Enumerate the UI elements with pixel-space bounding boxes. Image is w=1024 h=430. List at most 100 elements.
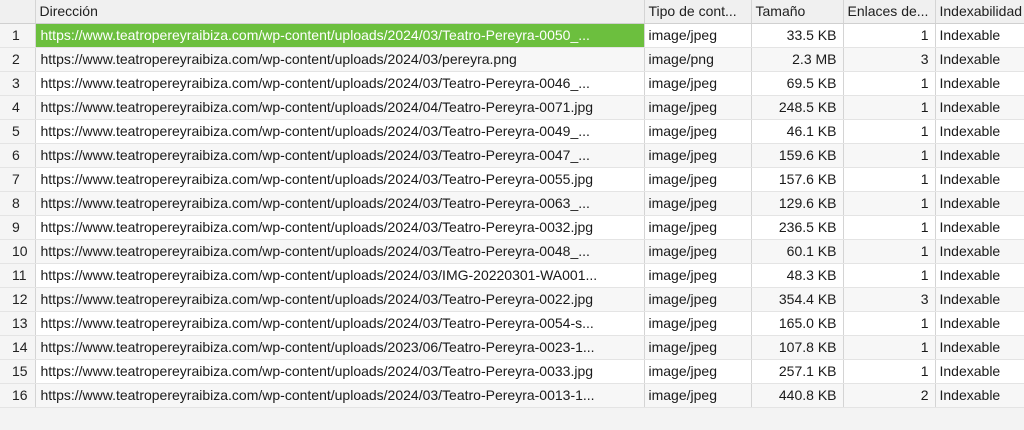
inlinks-cell: 3 [843,287,936,312]
results-table: Dirección Tipo de cont... Tamaño Enlaces… [0,0,1024,408]
inlinks-cell: 1 [843,239,936,264]
row-number: 10 [0,239,36,264]
table-row[interactable]: 6 https://www.teatropereyraibiza.com/wp-c… [0,143,1024,168]
inlinks-cell: 1 [843,143,936,168]
table-row[interactable]: 11 https://www.teatropereyraibiza.com/wp-… [0,263,1024,288]
row-number: 3 [0,71,36,96]
table-row[interactable]: 2 https://www.teatropereyraibiza.com/wp-c… [0,47,1024,72]
table-row[interactable]: 7 https://www.teatropereyraibiza.com/wp-c… [0,167,1024,192]
column-header-index[interactable] [0,0,36,24]
inlinks-cell: 1 [843,311,936,336]
row-number: 8 [0,191,36,216]
column-header-inlinks[interactable]: Enlaces de... [843,0,936,24]
size-cell: 2.3 MB [751,47,844,72]
row-number: 15 [0,359,36,384]
table-row[interactable]: 3 https://www.teatropereyraibiza.com/wp-c… [0,71,1024,96]
size-cell: 354.4 KB [751,287,844,312]
inlinks-cell: 1 [843,359,936,384]
content-type-cell: image/jpeg [644,335,752,360]
address-cell: https://www.teatropereyraibiza.com/wp-co… [35,119,645,144]
indexability-cell: Indexable [935,119,1024,144]
row-number: 2 [0,47,36,72]
inlinks-cell: 1 [843,71,936,96]
content-type-cell: image/jpeg [644,167,752,192]
address-cell: https://www.teatropereyraibiza.com/wp-co… [35,191,645,216]
column-header-indexability[interactable]: Indexabilidad [935,0,1024,24]
content-type-cell: image/jpeg [644,191,752,216]
table-row[interactable]: 8 https://www.teatropereyraibiza.com/wp-c… [0,191,1024,216]
size-cell: 48.3 KB [751,263,844,288]
table-row[interactable]: 15 https://www.teatropereyraibiza.com/wp-… [0,359,1024,384]
address-cell: https://www.teatropereyraibiza.com/wp-co… [35,311,645,336]
table-row[interactable]: 12 https://www.teatropereyraibiza.com/wp-… [0,287,1024,312]
indexability-cell: Indexable [935,311,1024,336]
table-row[interactable]: 5 https://www.teatropereyraibiza.com/wp-c… [0,119,1024,144]
content-type-cell: image/jpeg [644,263,752,288]
inlinks-cell: 1 [843,23,936,48]
table-row[interactable]: 1 https://www.teatropereyraibiza.com/wp-c… [0,23,1024,48]
row-number: 11 [0,263,36,288]
size-cell: 165.0 KB [751,311,844,336]
size-cell: 46.1 KB [751,119,844,144]
inlinks-cell: 1 [843,263,936,288]
content-type-cell: image/jpeg [644,119,752,144]
size-cell: 236.5 KB [751,215,844,240]
size-cell: 248.5 KB [751,95,844,120]
row-number: 9 [0,215,36,240]
indexability-cell: Indexable [935,239,1024,264]
indexability-cell: Indexable [935,215,1024,240]
content-type-cell: image/jpeg [644,71,752,96]
indexability-cell: Indexable [935,47,1024,72]
content-type-cell: image/png [644,47,752,72]
row-number: 13 [0,311,36,336]
address-cell: https://www.teatropereyraibiza.com/wp-co… [35,239,645,264]
row-number: 12 [0,287,36,312]
inlinks-cell: 1 [843,167,936,192]
address-cell: https://www.teatropereyraibiza.com/wp-co… [35,95,645,120]
content-type-cell: image/jpeg [644,23,752,48]
indexability-cell: Indexable [935,335,1024,360]
inlinks-cell: 1 [843,335,936,360]
address-cell: https://www.teatropereyraibiza.com/wp-co… [35,215,645,240]
inlinks-cell: 2 [843,383,936,408]
row-number: 16 [0,383,36,408]
indexability-cell: Indexable [935,95,1024,120]
indexability-cell: Indexable [935,191,1024,216]
table-row[interactable]: 10 https://www.teatropereyraibiza.com/wp-… [0,239,1024,264]
size-cell: 33.5 KB [751,23,844,48]
results-grid: Dirección Tipo de cont... Tamaño Enlaces… [0,0,1024,430]
table-row[interactable]: 16 https://www.teatropereyraibiza.com/wp-… [0,383,1024,408]
table-row[interactable]: 9 https://www.teatropereyraibiza.com/wp-c… [0,215,1024,240]
indexability-cell: Indexable [935,143,1024,168]
size-cell: 159.6 KB [751,143,844,168]
column-header-content-type[interactable]: Tipo de cont... [644,0,752,24]
indexability-cell: Indexable [935,23,1024,48]
size-cell: 157.6 KB [751,167,844,192]
table-row[interactable]: 4 https://www.teatropereyraibiza.com/wp-c… [0,95,1024,120]
size-cell: 440.8 KB [751,383,844,408]
address-cell: https://www.teatropereyraibiza.com/wp-co… [35,263,645,288]
size-cell: 257.1 KB [751,359,844,384]
inlinks-cell: 1 [843,95,936,120]
inlinks-cell: 1 [843,119,936,144]
table-row[interactable]: 14 https://www.teatropereyraibiza.com/wp-… [0,335,1024,360]
inlinks-cell: 3 [843,47,936,72]
address-cell: https://www.teatropereyraibiza.com/wp-co… [35,287,645,312]
indexability-cell: Indexable [935,383,1024,408]
row-number: 6 [0,143,36,168]
column-header-size[interactable]: Tamaño [751,0,844,24]
content-type-cell: image/jpeg [644,143,752,168]
address-cell: https://www.teatropereyraibiza.com/wp-co… [35,23,645,48]
content-type-cell: image/jpeg [644,215,752,240]
column-header-address[interactable]: Dirección [35,0,645,24]
size-cell: 129.6 KB [751,191,844,216]
table-row[interactable]: 13 https://www.teatropereyraibiza.com/wp-… [0,311,1024,336]
address-cell: https://www.teatropereyraibiza.com/wp-co… [35,47,645,72]
address-cell: https://www.teatropereyraibiza.com/wp-co… [35,167,645,192]
content-type-cell: image/jpeg [644,95,752,120]
row-number: 14 [0,335,36,360]
table-header-row: Dirección Tipo de cont... Tamaño Enlaces… [0,0,1024,24]
size-cell: 60.1 KB [751,239,844,264]
address-cell: https://www.teatropereyraibiza.com/wp-co… [35,143,645,168]
row-number: 7 [0,167,36,192]
